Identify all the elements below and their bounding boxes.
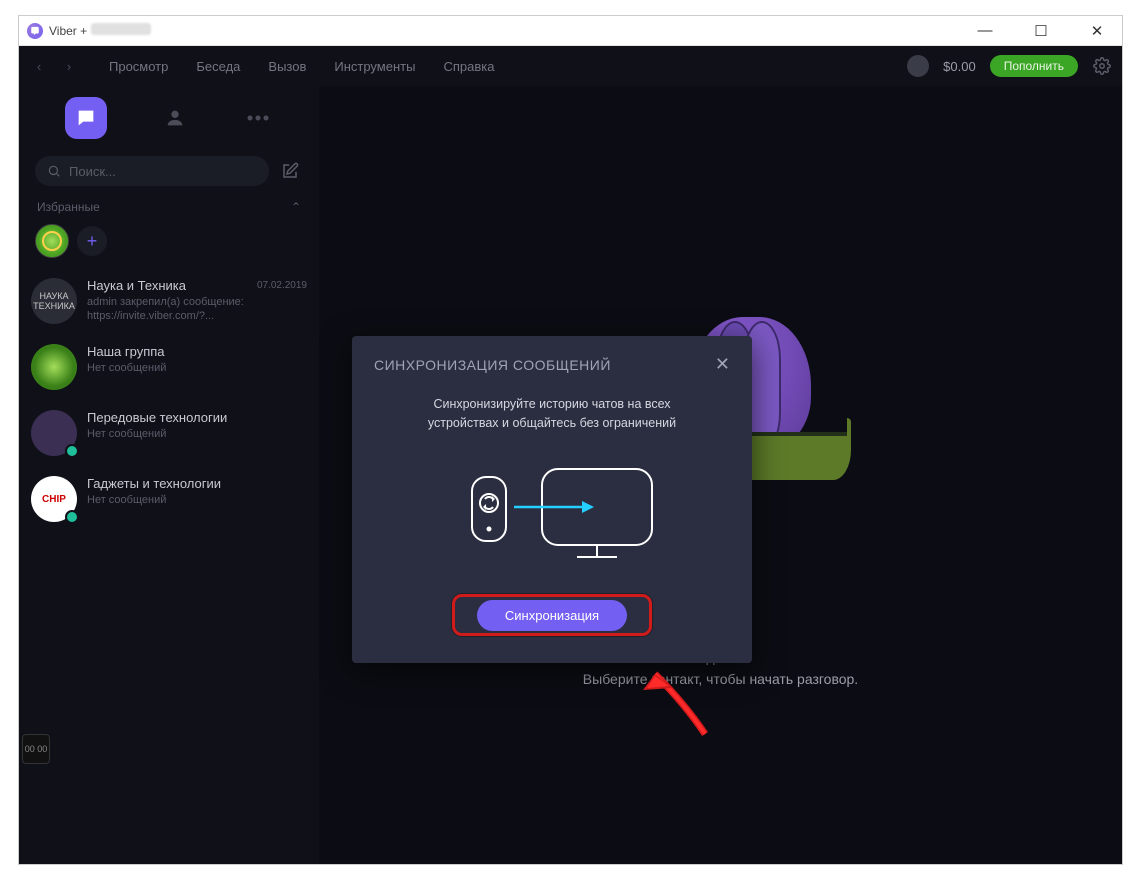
app-window: Viber + — ☐ ✕ ‹ › Просмотр Беседа Вызов … xyxy=(18,15,1123,865)
nav-back-icon[interactable]: ‹ xyxy=(29,56,49,76)
close-window-button[interactable]: ✕ xyxy=(1080,22,1114,40)
chat-avatar: CHIP xyxy=(31,476,77,522)
minimize-button[interactable]: — xyxy=(968,22,1002,40)
tab-chats[interactable] xyxy=(65,97,107,139)
chat-title: Наука и Техника xyxy=(87,278,247,293)
modal-title: СИНХРОНИЗАЦИЯ СООБЩЕНИЙ xyxy=(374,357,611,373)
app-body: ‹ › Просмотр Беседа Вызов Инструменты Сп… xyxy=(19,46,1122,864)
maximize-button[interactable]: ☐ xyxy=(1024,22,1058,40)
search-placeholder: Поиск... xyxy=(69,164,116,179)
chat-avatar xyxy=(31,410,77,456)
menu-bar: Просмотр Беседа Вызов Инструменты Справк… xyxy=(109,59,494,74)
menu-help[interactable]: Справка xyxy=(443,59,494,74)
annotation-highlight xyxy=(452,594,652,636)
chat-subtitle: Нет сообщений xyxy=(87,361,307,375)
chat-title: Передовые технологии xyxy=(87,410,307,425)
nav-forward-icon[interactable]: › xyxy=(59,56,79,76)
search-input[interactable]: Поиск... xyxy=(35,156,269,186)
chat-avatar: НАУКА ТЕХНИКА xyxy=(31,278,77,324)
sync-illustration-icon xyxy=(442,457,662,567)
tiny-overlay: 00 00 xyxy=(22,734,50,764)
sync-modal: СИНХРОНИЗАЦИЯ СООБЩЕНИЙ ✕ Синхронизируйт… xyxy=(352,336,752,663)
collapse-chevron-icon[interactable]: ⌃ xyxy=(291,200,301,214)
chat-subtitle-2: https://invite.viber.com/?... xyxy=(87,309,247,323)
titlebar: Viber + — ☐ ✕ xyxy=(19,16,1122,46)
tab-more-icon[interactable] xyxy=(243,103,273,133)
chat-subtitle: Нет сообщений xyxy=(87,427,307,441)
modal-description: Синхронизируйте историю чатов на всех ус… xyxy=(382,395,722,433)
modal-close-icon[interactable]: ✕ xyxy=(715,354,730,375)
tab-contacts[interactable] xyxy=(160,103,190,133)
window-title: Viber + xyxy=(49,23,151,38)
chat-subtitle: admin закрепил(а) сообщение: xyxy=(87,295,247,309)
user-avatar-icon[interactable] xyxy=(907,55,929,77)
topup-button[interactable]: Пополнить xyxy=(990,55,1078,77)
chat-date: 07.02.2019 xyxy=(257,278,307,291)
balance-label: $0.00 xyxy=(943,59,976,74)
menu-chat[interactable]: Беседа xyxy=(196,59,240,74)
favorites-header: Избранные xyxy=(37,200,100,214)
viber-icon xyxy=(27,23,43,39)
chat-avatar xyxy=(31,344,77,390)
compose-button-icon[interactable] xyxy=(277,158,303,184)
chat-list-item[interactable]: CHIP Гаджеты и технологии Нет сообщений xyxy=(19,466,319,532)
chat-title: Гаджеты и технологии xyxy=(87,476,307,491)
menu-call[interactable]: Вызов xyxy=(268,59,306,74)
add-favorite-button[interactable]: + xyxy=(77,226,107,256)
menu-tools[interactable]: Инструменты xyxy=(334,59,415,74)
sidebar: Поиск... Избранные ⌃ + НАУКА ТЕХНИКА Наук… xyxy=(19,86,319,864)
window-controls: — ☐ ✕ xyxy=(968,22,1114,40)
chat-title: Наша группа xyxy=(87,344,307,359)
topbar: ‹ › Просмотр Беседа Вызов Инструменты Сп… xyxy=(19,46,1122,86)
settings-gear-icon[interactable] xyxy=(1092,56,1112,76)
favorite-avatar[interactable] xyxy=(35,224,69,258)
chat-list-item[interactable]: Передовые технологии Нет сообщений xyxy=(19,400,319,466)
chat-subtitle: Нет сообщений xyxy=(87,493,307,507)
chat-list-item[interactable]: НАУКА ТЕХНИКА Наука и Техника admin закреп… xyxy=(19,268,319,334)
menu-view[interactable]: Просмотр xyxy=(109,59,168,74)
chat-list-item[interactable]: Наша группа Нет сообщений xyxy=(19,334,319,400)
